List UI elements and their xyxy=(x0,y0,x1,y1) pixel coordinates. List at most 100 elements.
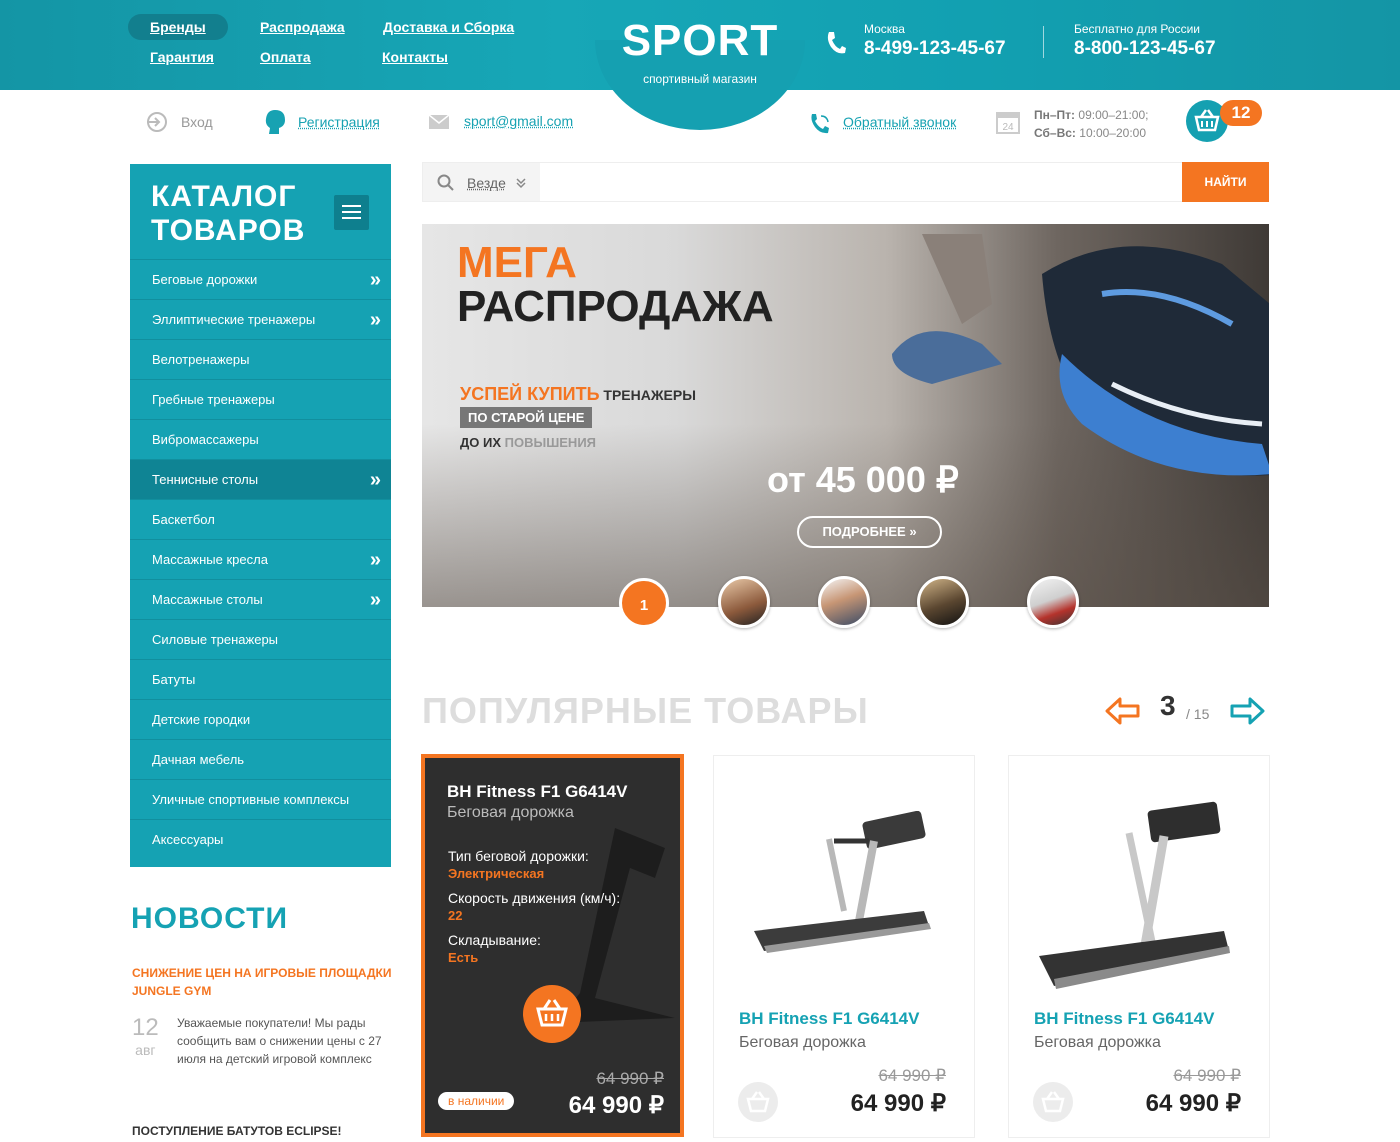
catalog-item-label: Аксессуары xyxy=(152,832,224,847)
hours-weekend-label: Сб–Вс: xyxy=(1034,126,1076,140)
slider-dot-active[interactable]: 1 xyxy=(619,578,669,628)
phone-moscow[interactable]: Москва 8-499-123-45-67 xyxy=(864,22,1006,60)
cart-count-badge: 12 xyxy=(1220,100,1262,126)
product-type: Беговая дорожка xyxy=(447,804,574,821)
product-card[interactable]: BH Fitness F1 G6414V Беговая дорожка 64 … xyxy=(1008,755,1270,1138)
catalog-sidebar: КАТАЛОГ ТОВАРОВ Беговые дорожки» Эллиптич… xyxy=(130,164,391,867)
basket-icon xyxy=(1041,1091,1065,1113)
search-icon xyxy=(437,174,454,191)
news-item-text: Уважаемые покупатели! Мы рады сообщить в… xyxy=(177,1016,382,1066)
user-head-icon xyxy=(263,108,287,141)
product-name[interactable]: BH Fitness F1 G6414V xyxy=(739,1009,919,1029)
product-card[interactable]: BH Fitness F1 G6414V Беговая дорожка 64 … xyxy=(713,755,975,1138)
treadmill-image xyxy=(1039,801,1230,989)
basket-icon xyxy=(746,1091,770,1113)
slider-thumb-fitness-woman[interactable] xyxy=(718,576,770,628)
price: 64 990 ₽ xyxy=(850,1090,946,1117)
callback-phone-icon xyxy=(809,112,833,141)
pager-total: / 15 xyxy=(1186,706,1210,722)
slider-thumb-runner[interactable] xyxy=(917,576,969,628)
hero-tagline-text: ДО ИХ xyxy=(460,435,505,450)
catalog-item[interactable]: Теннисные столы » xyxy=(130,459,391,499)
price: 64 990 ₽ xyxy=(1145,1090,1241,1117)
add-to-cart-button[interactable] xyxy=(1033,1082,1073,1122)
catalog-item[interactable]: Баскетбол xyxy=(130,499,391,539)
catalog-item[interactable]: Массажные кресла » xyxy=(130,539,391,579)
email-link[interactable]: sport@gmail.com xyxy=(464,113,573,129)
catalog-item[interactable]: Силовые тренажеры xyxy=(130,619,391,659)
product-card[interactable]: BH Fitness F1 G6414V Беговая дорожка Тип… xyxy=(421,754,684,1137)
price: 64 990 ₽ xyxy=(568,1092,664,1119)
search-button[interactable]: НАЙТИ xyxy=(1182,162,1269,202)
search-bar: Везде НАЙТИ xyxy=(422,162,1269,202)
spec-label: Тип беговой дорожки: xyxy=(448,848,589,864)
search-scope-label: Везде xyxy=(467,175,506,191)
hero-price: от 45 000 ₽ xyxy=(767,459,959,500)
nav-delivery[interactable]: Доставка и Сборка xyxy=(383,19,514,35)
mail-icon xyxy=(428,114,450,135)
spec-label: Скорость движения (км/ч): xyxy=(448,890,621,906)
product-type: Беговая дорожка xyxy=(739,1034,866,1051)
nav-brands[interactable]: Бренды xyxy=(128,14,228,40)
login-link[interactable]: Вход xyxy=(181,114,213,130)
hours-weekday: 09:00–21:00; xyxy=(1078,108,1149,122)
double-chevron-right-icon[interactable]: » xyxy=(370,300,381,340)
news-item-date: 12 авг xyxy=(132,1014,159,1058)
spec-value: 22 xyxy=(448,908,463,923)
logo-subtitle: спортивный магазин xyxy=(643,72,757,86)
svg-text:24: 24 xyxy=(1002,122,1014,133)
register-link[interactable]: Регистрация xyxy=(298,114,380,130)
phone-number[interactable]: 8-499-123-45-67 xyxy=(864,38,1006,60)
hamburger-menu-icon[interactable] xyxy=(334,195,369,230)
catalog-item[interactable]: Эллиптические тренажеры » xyxy=(130,299,391,339)
catalog-item[interactable]: Вибромассажеры xyxy=(130,419,391,459)
search-scope-select[interactable]: Везде xyxy=(423,163,540,201)
phone-free[interactable]: Бесплатно для России 8-800-123-45-67 xyxy=(1074,22,1216,60)
old-price: 64 990 ₽ xyxy=(596,1069,664,1088)
add-to-cart-button[interactable] xyxy=(523,985,581,1043)
nav-warranty[interactable]: Гарантия xyxy=(150,49,214,65)
callback-link[interactable]: Обратный звонок xyxy=(843,114,956,130)
slider-thumb-bike[interactable] xyxy=(1027,576,1079,628)
site-logo[interactable]: SPORT спортивный магазин xyxy=(600,16,800,87)
catalog-item[interactable]: Батуты xyxy=(130,659,391,699)
nav-payment[interactable]: Оплата xyxy=(260,49,311,65)
catalog-title: КАТАЛОГ ТОВАРОВ xyxy=(151,180,305,248)
catalog-item[interactable]: Беговые дорожки » xyxy=(130,259,391,299)
slider-thumb-athlete[interactable] xyxy=(818,576,870,628)
double-chevron-right-icon[interactable]: » xyxy=(370,460,381,500)
catalog-item-label: Вибромассажеры xyxy=(152,432,259,447)
add-to-cart-button[interactable] xyxy=(738,1082,778,1122)
catalog-item[interactable]: Уличные спортивные комплексы xyxy=(130,779,391,819)
catalog-item[interactable]: Детские городки xyxy=(130,699,391,739)
catalog-item[interactable]: Массажные столы » xyxy=(130,579,391,619)
double-chevron-right-icon[interactable]: » xyxy=(370,260,381,300)
chevron-down-icon xyxy=(516,178,526,189)
treadmill-image xyxy=(754,811,931,953)
catalog-list: Беговые дорожки » Эллиптические тренажеры »… xyxy=(130,259,391,859)
nav-contacts[interactable]: Контакты xyxy=(382,49,448,65)
phone-number[interactable]: 8-800-123-45-67 xyxy=(1074,38,1216,60)
double-chevron-right-icon[interactable]: » xyxy=(370,580,381,620)
arrow-left-icon[interactable] xyxy=(1105,696,1141,731)
catalog-item[interactable]: Дачная мебель xyxy=(130,739,391,779)
more-details-button[interactable]: ПОДРОБНЕЕ » xyxy=(797,516,942,548)
news-item-title[interactable]: ПОСТУПЛЕНИЕ БАТУТОВ ECLIPSE! xyxy=(132,1124,342,1138)
product-name[interactable]: BH Fitness F1 G6414V xyxy=(1034,1009,1214,1029)
hero-tagline: УСПЕЙ КУПИТЬ ТРЕНАЖЕРЫ xyxy=(460,384,696,405)
product-name[interactable]: BH Fitness F1 G6414V xyxy=(447,782,627,802)
news-item-title[interactable]: СНИЖЕНИЕ ЦЕН НА ИГРОВЫЕ ПЛОЩАДКИ JUNGLE … xyxy=(132,964,392,1000)
nav-sale[interactable]: Распродажа xyxy=(260,19,345,35)
spec-value: Электрическая xyxy=(448,866,545,881)
old-price: 64 990 ₽ xyxy=(1173,1066,1241,1085)
top-navigation: Бренды Распродажа Доставка и Сборка Гара… xyxy=(128,14,548,74)
catalog-item[interactable]: Аксессуары xyxy=(130,819,391,859)
double-chevron-right-icon[interactable]: » xyxy=(370,540,381,580)
logo-title: SPORT xyxy=(621,16,779,65)
search-input[interactable] xyxy=(541,163,1181,201)
login-icon xyxy=(145,111,171,138)
catalog-item[interactable]: Велотренажеры xyxy=(130,339,391,379)
popular-products-title: ПОПУЛЯРНЫЕ ТОВАРЫ xyxy=(422,690,869,731)
arrow-right-icon[interactable] xyxy=(1229,696,1265,731)
catalog-item[interactable]: Гребные тренажеры xyxy=(130,379,391,419)
